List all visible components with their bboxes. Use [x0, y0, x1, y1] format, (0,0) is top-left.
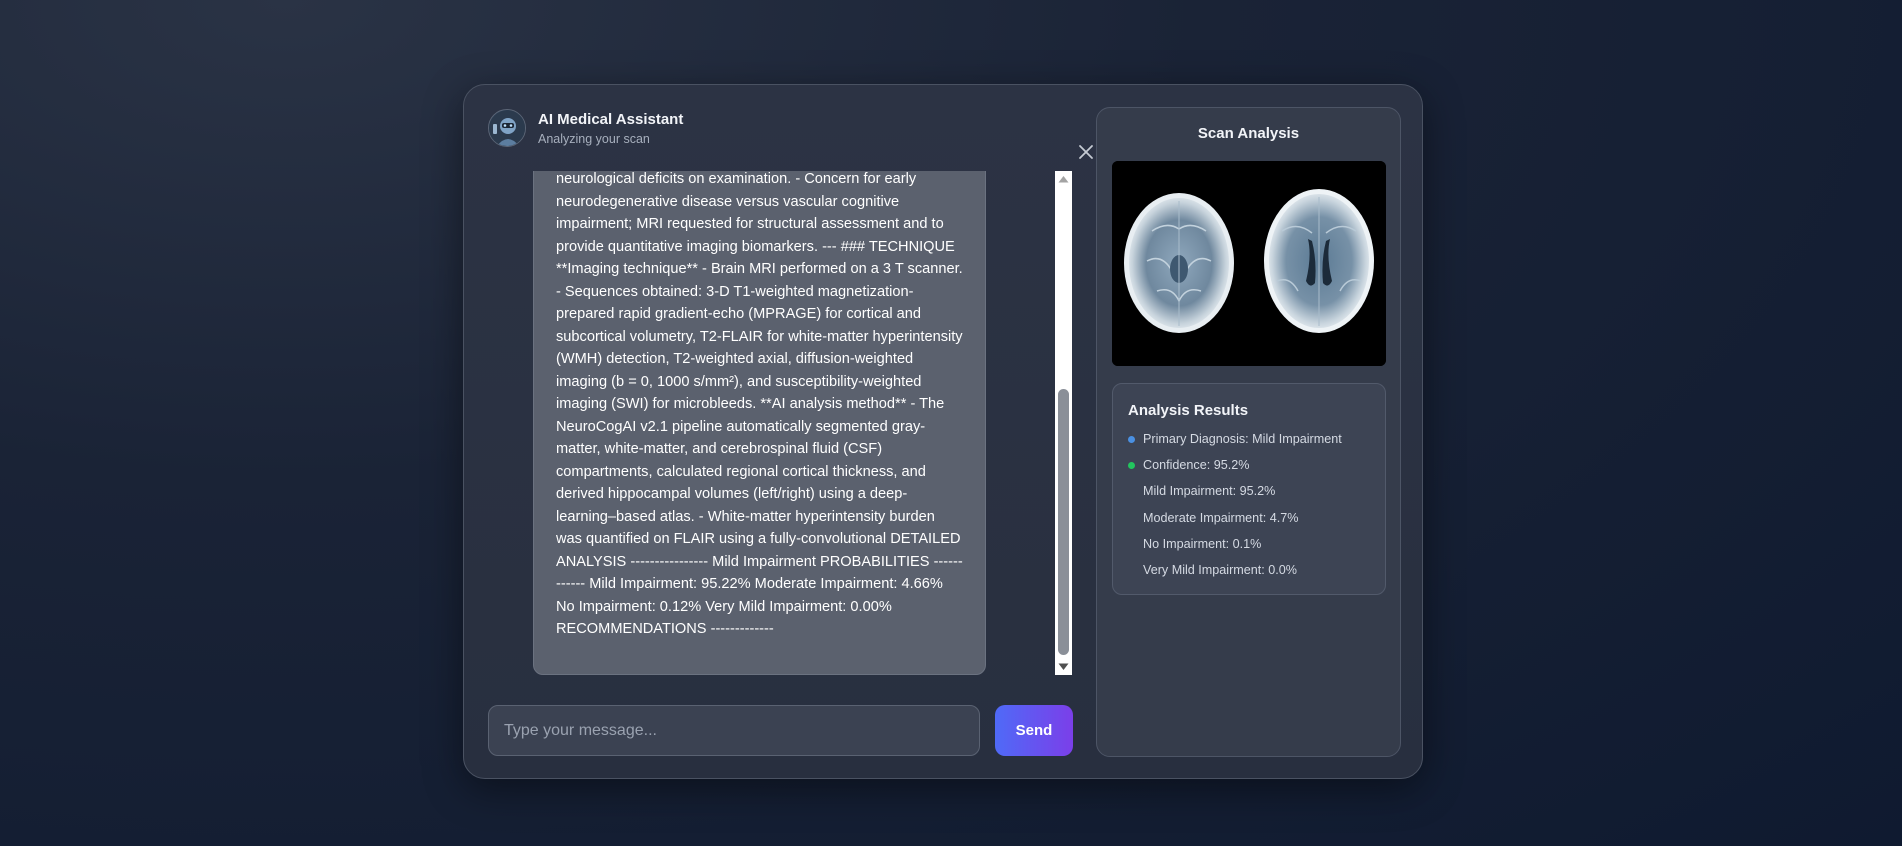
chat-header: AI Medical Assistant Analyzing your scan	[488, 109, 1093, 159]
results-title: Analysis Results	[1128, 402, 1249, 419]
triangle-up-icon	[1058, 176, 1069, 183]
scan-analysis-panel: Scan Analysis Analysis Results Primary D…	[1096, 107, 1401, 757]
brain-ct-image	[1112, 161, 1386, 366]
green-status-dot	[1128, 462, 1135, 469]
message-input[interactable]	[488, 705, 980, 756]
brain-scan-image	[1112, 161, 1386, 366]
message-scrollbar[interactable]	[1055, 171, 1072, 675]
message-input-container	[488, 705, 980, 756]
close-button[interactable]	[1076, 142, 1096, 162]
panel-title: Scan Analysis	[1197, 125, 1300, 142]
assistant-status: Analyzing your scan	[538, 132, 650, 146]
chat-modal: AI Medical Assistant Analyzing your scan…	[463, 84, 1423, 779]
scroll-up-button[interactable]	[1055, 171, 1072, 188]
message-list[interactable]: neurological deficits on examination. - …	[488, 171, 1072, 675]
robot-avatar-icon	[489, 110, 525, 146]
blue-status-dot	[1128, 436, 1135, 443]
analysis-results-card: Analysis Results Primary Diagnosis: Mild…	[1112, 383, 1386, 595]
assistant-title: AI Medical Assistant	[538, 111, 684, 128]
triangle-down-icon	[1058, 663, 1069, 670]
scroll-down-button[interactable]	[1055, 658, 1072, 675]
send-button[interactable]: Send	[995, 705, 1073, 756]
assistant-message-bubble: neurological deficits on examination. - …	[533, 171, 986, 675]
assistant-avatar	[488, 109, 526, 147]
scrollbar-thumb[interactable]	[1058, 389, 1069, 655]
close-icon	[1079, 145, 1093, 159]
